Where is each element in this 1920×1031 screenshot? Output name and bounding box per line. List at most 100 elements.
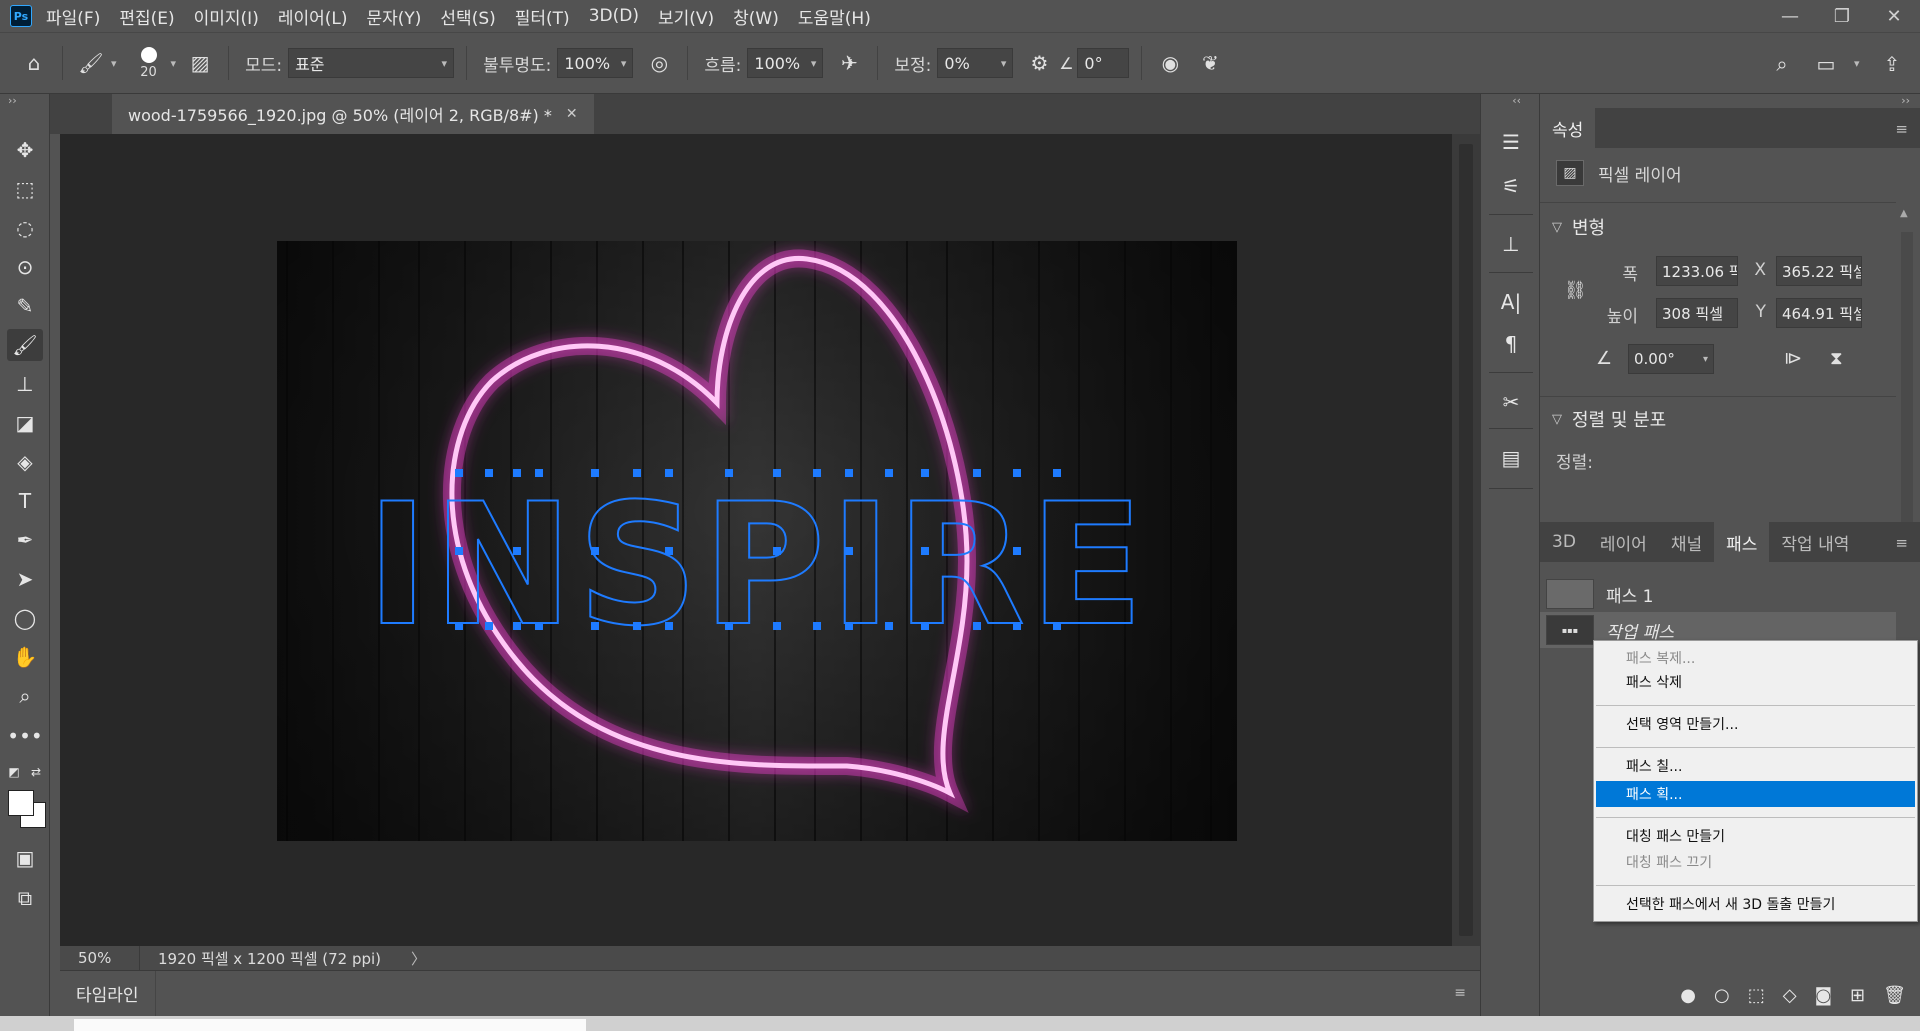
anchor-point[interactable] [513, 622, 521, 630]
x-field[interactable]: 365.22 픽셀 [1776, 256, 1862, 286]
restore-button[interactable]: ❐ [1816, 0, 1868, 32]
airbrush-icon[interactable]: ✈ [833, 47, 865, 79]
anchor-point[interactable] [455, 547, 463, 555]
load-selection-icon[interactable]: ⬚ [1748, 985, 1765, 1006]
menu-edit[interactable]: 편집(E) [119, 4, 174, 29]
stroke-path-icon[interactable]: ○ [1714, 985, 1730, 1006]
anchor-point[interactable] [1053, 622, 1061, 630]
tool-presets-panel-icon[interactable]: ✂ [1491, 384, 1531, 420]
menu-new-3d-extrusion[interactable]: 선택한 패스에서 새 3D 돌출 만들기 [1596, 891, 1915, 917]
chevron-right-icon[interactable]: 〉 [411, 948, 426, 969]
brush-tool-icon[interactable]: 🖌 [7, 329, 43, 361]
foreground-color-swatch[interactable] [8, 790, 34, 816]
artboard[interactable]: INSPIRE [277, 241, 1237, 841]
menu-view[interactable]: 보기(V) [658, 4, 714, 29]
symmetry-icon[interactable]: ❦ [1194, 47, 1226, 79]
ellipse-tool-icon[interactable]: ◯ [7, 602, 43, 634]
flip-horizontal-icon[interactable]: ⧐ [1784, 348, 1802, 369]
menu-delete-path[interactable]: 패스 삭제 [1596, 669, 1915, 695]
height-field[interactable]: 308 픽셀 [1656, 298, 1738, 328]
anchor-point[interactable] [535, 469, 543, 477]
menu-3d[interactable]: 3D(D) [589, 6, 639, 26]
scrollbar-thumb[interactable] [1459, 144, 1473, 936]
gear-icon[interactable]: ⚙ [1023, 47, 1055, 79]
zoom-tool-icon[interactable]: ⌕ [7, 680, 43, 712]
workspace-icon[interactable]: ▭ [1810, 48, 1842, 80]
anchor-point[interactable] [485, 469, 493, 477]
flow-field[interactable]: 100% ▾ [747, 48, 824, 78]
close-icon[interactable]: ✕ [566, 106, 578, 122]
add-mask-icon[interactable]: ◙ [1815, 985, 1832, 1006]
align-section-header[interactable]: ▽ 정렬 및 분포 [1552, 406, 1666, 432]
menu-fill-path[interactable]: 패스 칠... [1596, 753, 1915, 779]
mode-select[interactable]: 표준 ▾ [288, 48, 455, 78]
anchor-point[interactable] [813, 622, 821, 630]
menu-help[interactable]: 도움말(H) [798, 4, 871, 29]
anchor-point[interactable] [665, 622, 673, 630]
tab-properties[interactable]: 속성 [1540, 108, 1596, 148]
quick-selection-tool-icon[interactable]: ⊙ [7, 251, 43, 283]
tab-channels[interactable]: 채널 [1659, 522, 1714, 562]
path-selection-tool-icon[interactable]: ➤ [7, 563, 43, 595]
anchor-point[interactable] [1013, 547, 1021, 555]
chevron-down-icon[interactable]: ▾ [111, 57, 117, 70]
brush-settings-panel-icon[interactable]: ☰ [1491, 124, 1531, 160]
panel-collapse-icon[interactable]: ›› [1901, 94, 1910, 107]
make-path-icon[interactable]: ◇ [1783, 985, 1797, 1006]
anchor-point[interactable] [845, 547, 853, 555]
panel-menu-icon[interactable]: ≡ [1454, 985, 1466, 1001]
panel-menu-icon[interactable]: ≡ [1895, 120, 1908, 138]
anchor-point[interactable] [633, 469, 641, 477]
anchor-point[interactable] [485, 622, 493, 630]
anchor-point[interactable] [921, 622, 929, 630]
pressure-opacity-icon[interactable]: ◎ [643, 47, 675, 79]
anchor-point[interactable] [665, 469, 673, 477]
color-swatches[interactable] [8, 790, 52, 834]
paragraph-panel-icon[interactable]: ¶ [1491, 326, 1531, 362]
adjustments-panel-icon[interactable]: ⚟ [1491, 168, 1531, 204]
anchor-point[interactable] [725, 469, 733, 477]
anchor-point[interactable] [921, 547, 929, 555]
anchor-point[interactable] [921, 469, 929, 477]
tab-history[interactable]: 작업 내역 [1769, 522, 1861, 562]
panel-collapse-icon[interactable]: ›› [0, 94, 50, 110]
marquee-tool-icon[interactable]: ⬚ [7, 173, 43, 205]
chevron-down-icon[interactable]: ▾ [171, 57, 177, 70]
move-tool-icon[interactable]: ✥ [7, 134, 43, 166]
anchor-point[interactable] [633, 622, 641, 630]
scrollbar-thumb[interactable] [1901, 232, 1913, 542]
new-path-icon[interactable]: ⊞ [1850, 985, 1865, 1006]
menu-make-selection[interactable]: 선택 영역 만들기... [1596, 711, 1915, 737]
eyedropper-tool-icon[interactable]: ✎ [7, 290, 43, 322]
anchor-point[interactable] [1013, 622, 1021, 630]
brush-size-picker[interactable]: 20 [131, 46, 167, 80]
scroll-up-icon[interactable]: ▲ [1900, 208, 1908, 219]
eraser-tool-icon[interactable]: ◪ [7, 407, 43, 439]
pressure-size-icon[interactable]: ◉ [1154, 47, 1186, 79]
transform-section-header[interactable]: ▽ 변형 [1552, 214, 1605, 240]
tab-3d[interactable]: 3D [1540, 522, 1588, 562]
close-button[interactable]: ✕ [1868, 0, 1920, 32]
anchor-point[interactable] [665, 547, 673, 555]
properties-scrollbar[interactable]: ▲ ▼ [1896, 204, 1916, 574]
share-icon[interactable]: ⇪ [1876, 48, 1908, 80]
pen-tool-icon[interactable]: ✒ [7, 524, 43, 556]
canvas-area[interactable]: INSPIRE [60, 134, 1452, 946]
anchor-point[interactable] [973, 469, 981, 477]
vertical-scrollbar[interactable] [1452, 134, 1480, 946]
home-icon[interactable]: ⌂ [18, 47, 50, 79]
quick-mask-icon[interactable]: ▣ [7, 842, 43, 874]
default-colors-icon[interactable]: ◩ [4, 762, 24, 782]
type-tool-icon[interactable]: T [7, 485, 43, 517]
brush-settings-icon[interactable]: ▨ [184, 47, 216, 79]
anchor-point[interactable] [513, 547, 521, 555]
menu-disable-symmetry-path[interactable]: 대칭 패스 끄기 [1596, 849, 1915, 875]
smoothing-field[interactable]: 0% ▾ [937, 48, 1014, 78]
menu-type[interactable]: 문자(Y) [366, 4, 421, 29]
hand-tool-icon[interactable]: ✋ [7, 641, 43, 673]
clone-source-panel-icon[interactable]: ⊥ [1491, 226, 1531, 262]
stamp-tool-icon[interactable]: ⊥ [7, 368, 43, 400]
width-field[interactable]: 1233.06 픽셀 [1656, 256, 1738, 286]
anchor-point[interactable] [1053, 469, 1061, 477]
flip-vertical-icon[interactable]: ⧗ [1830, 348, 1843, 369]
